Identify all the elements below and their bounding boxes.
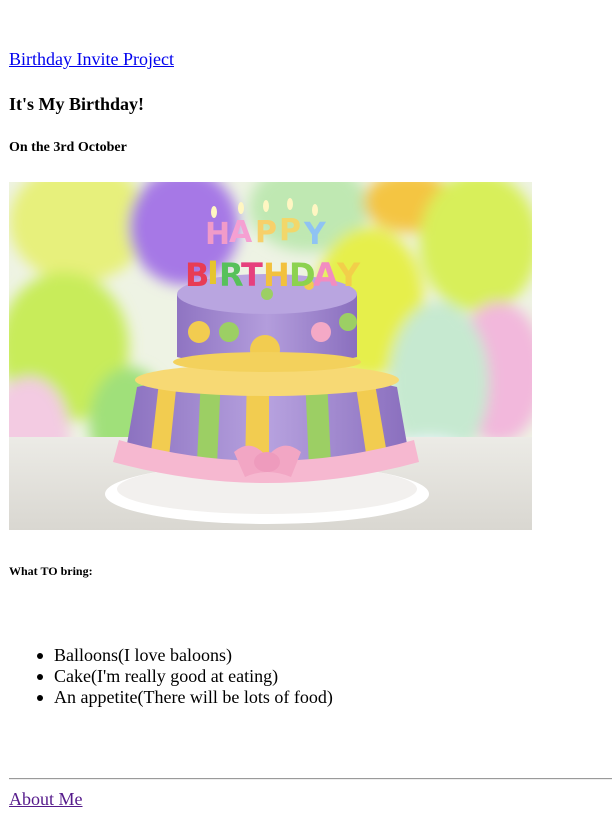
bring-list: Balloons(I love baloons) Cake(I'm really… — [37, 645, 333, 708]
svg-text:H: H — [263, 256, 290, 294]
bullet-icon — [37, 653, 43, 659]
horizontal-divider — [9, 778, 612, 780]
svg-text:H: H — [205, 217, 230, 252]
what-to-bring-heading: What TO bring: — [9, 564, 93, 578]
list-item: An appetite(There will be lots of food) — [37, 687, 333, 708]
bullet-icon — [37, 674, 43, 680]
svg-text:R: R — [219, 256, 244, 294]
list-item-text: Balloons(I love baloons) — [54, 645, 232, 665]
svg-text:A: A — [313, 256, 338, 294]
bullet-icon — [37, 695, 43, 701]
about-me-link[interactable]: About Me — [9, 787, 83, 811]
svg-text:Y: Y — [303, 217, 327, 252]
birthday-cake-image: H A P P Y B I R T H D A Y — [9, 182, 532, 530]
svg-text:D: D — [289, 256, 316, 294]
svg-text:Y: Y — [336, 256, 361, 294]
svg-text:A: A — [229, 215, 253, 250]
svg-text:P: P — [255, 215, 277, 250]
birthday-invite-project-link[interactable]: Birthday Invite Project — [9, 47, 174, 71]
svg-text:I: I — [207, 254, 219, 292]
list-item-text: An appetite(There will be lots of food) — [54, 687, 333, 707]
list-item-text: Cake(I'm really good at eating) — [54, 666, 279, 686]
list-item: Cake(I'm really good at eating) — [37, 666, 333, 687]
svg-text:P: P — [279, 213, 301, 248]
list-item: Balloons(I love baloons) — [37, 645, 333, 666]
page-subtitle: On the 3rd October — [9, 140, 127, 155]
svg-text:T: T — [241, 256, 263, 294]
svg-text:B: B — [185, 256, 209, 294]
page-title: It's My Birthday! — [9, 94, 144, 114]
